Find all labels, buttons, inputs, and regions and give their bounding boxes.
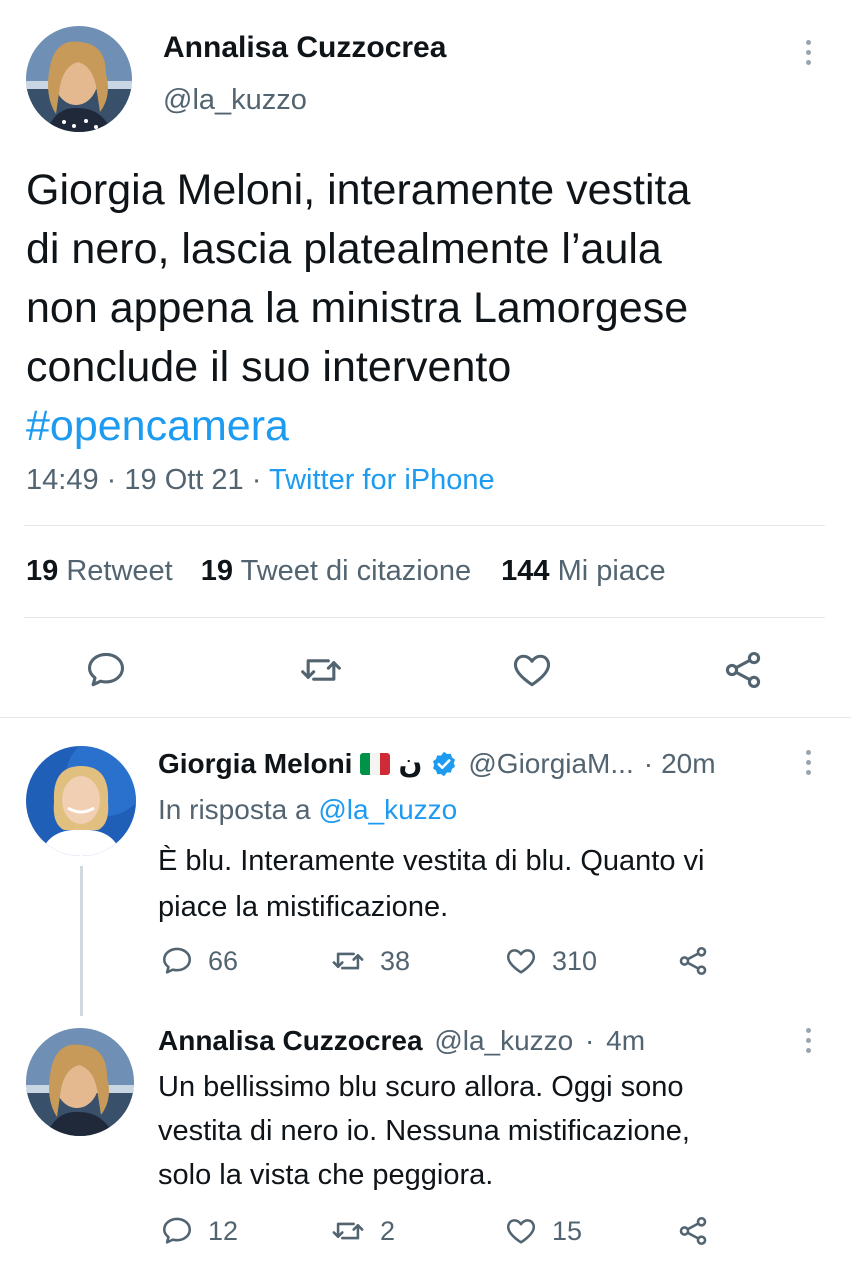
author-avatar[interactable] — [26, 26, 132, 132]
more-options-icon[interactable] — [806, 40, 812, 70]
reply-text-line: solo la vista che peggiora. — [158, 1159, 494, 1191]
separator: · — [106, 464, 117, 496]
tweet-time[interactable]: 14:49 — [26, 464, 99, 496]
reply-like-button[interactable]: 15 — [504, 1214, 582, 1248]
reply-text-line: È blu. Interamente vestita di blu. Quant… — [158, 845, 705, 877]
reply-icon — [162, 947, 192, 974]
separator: · — [643, 747, 654, 779]
reply-author-name[interactable]: Giorgia Meloni — [158, 748, 352, 780]
italian-flag-icon — [360, 752, 391, 775]
reply-share-button[interactable] — [676, 944, 710, 978]
retweet-icon — [301, 659, 341, 681]
reply-reply-button[interactable]: 12 — [160, 1214, 238, 1248]
reply-retweet-button[interactable]: 2 — [330, 1214, 395, 1248]
tweet-meta: 14:49 · 19 Ott 21 · Twitter for iPhone — [26, 464, 495, 497]
like-count: 310 — [552, 945, 598, 976]
section-divider — [0, 717, 851, 718]
reply-button[interactable] — [84, 648, 128, 692]
share-icon — [679, 1216, 707, 1246]
like-icon — [506, 1219, 536, 1244]
reply-icon — [162, 1217, 192, 1244]
reply-author-name[interactable]: Annalisa Cuzzocrea — [158, 1025, 423, 1056]
more-options-icon[interactable] — [806, 1028, 812, 1058]
share-icon — [725, 651, 761, 689]
tweet-text-line: Giorgia Meloni, interamente vestita — [26, 166, 691, 214]
retweet-button[interactable] — [298, 648, 344, 692]
reply-like-button[interactable]: 310 — [504, 944, 597, 978]
likes-label: Mi piace — [557, 555, 666, 587]
divider — [24, 617, 825, 618]
retweet-count: 2 — [380, 1215, 396, 1246]
separator: · — [585, 1025, 595, 1056]
reply-to-prefix: In risposta a — [158, 794, 311, 825]
author-handle[interactable]: @la_kuzzo — [163, 84, 307, 117]
tweet-stats: 19 Retweet 19 Tweet di citazione 144 Mi … — [26, 555, 666, 588]
hashtag-link[interactable]: #opencamera — [26, 397, 826, 456]
reply-count: 66 — [208, 945, 239, 976]
tweet-text-line: di nero, lascia platealmente l’aula — [26, 225, 662, 273]
tweet-text-line: non appena la ministra Lamorgese — [26, 284, 689, 332]
tweet-source[interactable]: Twitter for iPhone — [269, 464, 495, 496]
separator: · — [251, 464, 262, 496]
reply-author-handle[interactable]: @la_kuzzo — [434, 1025, 573, 1056]
tweet-text-line: conclude il suo intervento — [26, 343, 512, 391]
retweets-stat[interactable]: 19 Retweet — [26, 555, 173, 587]
more-options-icon[interactable] — [806, 750, 812, 780]
reply-share-button[interactable] — [676, 1214, 710, 1248]
thread-line — [80, 866, 83, 1016]
tweet-text: Giorgia Meloni, interamente vestita di n… — [26, 161, 826, 456]
likes-stat[interactable]: 144 Mi piace — [501, 555, 665, 587]
reply-time[interactable]: 4m — [606, 1025, 645, 1056]
reply-text: Un bellissimo blu scuro allora. Oggi son… — [158, 1065, 828, 1197]
reply-icon — [87, 652, 125, 687]
reply-count: 12 — [208, 1215, 239, 1246]
like-icon — [513, 654, 551, 687]
reply-header: Annalisa Cuzzocrea @la_kuzzo · 4m — [158, 1025, 645, 1057]
like-button[interactable] — [510, 648, 554, 692]
retweet-icon — [332, 952, 364, 970]
reply-reply-button[interactable]: 66 — [160, 944, 238, 978]
reply-retweet-button[interactable]: 38 — [330, 944, 410, 978]
author-name[interactable]: Annalisa Cuzzocrea — [163, 31, 446, 65]
likes-count: 144 — [501, 555, 550, 587]
like-icon — [506, 949, 536, 974]
reply-avatar[interactable] — [26, 1028, 134, 1136]
quotes-stat[interactable]: 19 Tweet di citazione — [201, 555, 471, 587]
quotes-label: Tweet di citazione — [240, 555, 472, 587]
reply-text: È blu. Interamente vestita di blu. Quant… — [158, 838, 828, 930]
share-icon — [679, 946, 707, 976]
reply-text-line: vestita di nero io. Nessuna mistificazio… — [158, 1115, 690, 1147]
reply-avatar[interactable] — [26, 746, 136, 856]
reply-author-handle[interactable]: @GiorgiaM... — [468, 748, 633, 780]
verified-badge-icon — [433, 751, 456, 776]
retweets-label: Retweet — [66, 555, 173, 587]
reply-to: In risposta a @la_kuzzo — [158, 794, 457, 826]
reply-header: Giorgia Meloni ن @GiorgiaM... · 20m — [158, 747, 716, 780]
retweets-count: 19 — [26, 555, 59, 587]
reply-time[interactable]: 20m — [661, 748, 715, 780]
retweet-count: 38 — [380, 945, 411, 976]
reply-text-line: Un bellissimo blu scuro allora. Oggi son… — [158, 1071, 684, 1103]
tweet-date[interactable]: 19 Ott 21 — [124, 464, 243, 496]
reply-to-handle[interactable]: @la_kuzzo — [318, 794, 457, 825]
divider — [24, 525, 825, 526]
reply-text-line: piace la mistificazione. — [158, 891, 449, 923]
like-count: 15 — [552, 1215, 583, 1246]
retweet-icon — [332, 1222, 364, 1240]
extra-glyph: ن — [398, 747, 423, 780]
quotes-count: 19 — [200, 555, 234, 587]
share-button[interactable] — [721, 648, 765, 692]
